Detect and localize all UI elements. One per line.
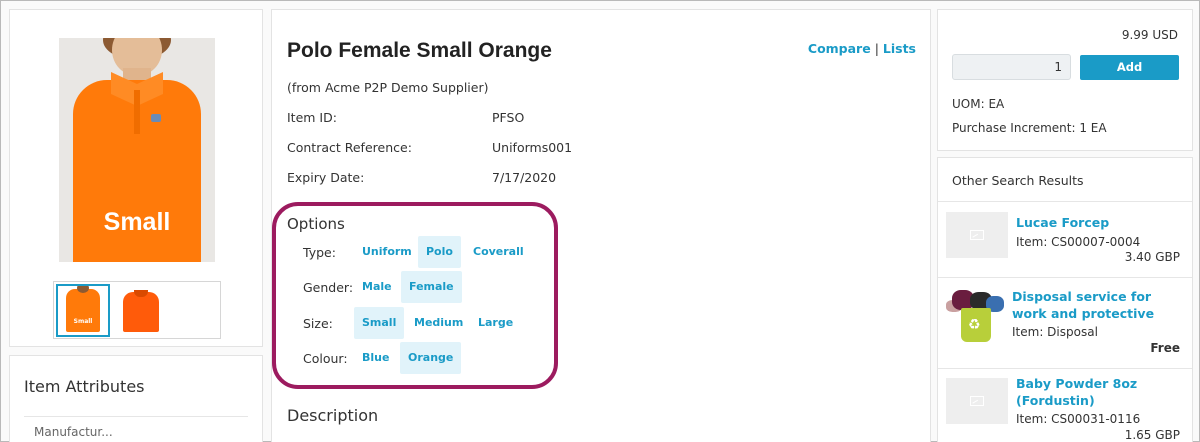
divider xyxy=(938,368,1192,369)
recycling-bin-image: ♻ xyxy=(946,290,1008,344)
product-main-image[interactable]: Small xyxy=(59,38,215,262)
lists-link[interactable]: Lists xyxy=(883,41,916,56)
product-detail-panel: Polo Female Small Orange Compare | Lists… xyxy=(271,9,931,442)
page-frame: Small Small Item Attributes Manufactur..… xyxy=(0,0,1200,442)
contract-reference-value: Uniforms001 xyxy=(492,140,573,155)
search-result-item[interactable]: ♻ Disposal service for work and protecti… xyxy=(938,284,1192,364)
other-search-results-panel: Other Search Results Lucae Forcep Item: … xyxy=(937,157,1193,442)
attribute-row-label: Manufactur... xyxy=(34,425,113,439)
add-to-cart-button[interactable]: Add xyxy=(1080,55,1179,80)
item-id-label: Item ID: xyxy=(287,110,337,125)
link-separator: | xyxy=(874,41,879,56)
divider xyxy=(24,416,248,417)
result-price: 1.65 GBP xyxy=(1124,428,1180,442)
other-search-results-title: Other Search Results xyxy=(952,173,1084,188)
expiry-date-label: Expiry Date: xyxy=(287,170,365,185)
contract-reference-label: Contract Reference: xyxy=(287,140,412,155)
image-placeholder-icon xyxy=(946,378,1008,424)
description-title: Description xyxy=(287,406,379,425)
thumb-overlay-text: Small xyxy=(73,318,93,325)
result-item-id: Item: Disposal xyxy=(1012,325,1098,339)
quantity-input[interactable]: 1 xyxy=(952,54,1071,80)
options-highlight-annotation xyxy=(272,202,558,389)
uom-text: UOM: EA xyxy=(952,97,1005,111)
thumb-shirt xyxy=(123,292,159,332)
compare-link[interactable]: Compare xyxy=(808,41,871,56)
result-item-id: Item: CS00007-0004 xyxy=(1016,235,1141,249)
result-name-link[interactable]: Disposal service for work and protective… xyxy=(1012,288,1182,322)
placket xyxy=(134,90,140,134)
search-result-item[interactable]: Baby Powder 8oz (Fordustin) Item: CS0003… xyxy=(938,374,1192,442)
product-title: Polo Female Small Orange xyxy=(287,39,552,62)
purchase-panel: 9.99 USD 1 Add UOM: EA Purchase Incremen… xyxy=(937,9,1193,151)
compare-lists-links: Compare | Lists xyxy=(808,41,916,56)
item-id-value: PFSO xyxy=(492,110,525,125)
thumbnail-strip: Small xyxy=(53,281,221,339)
thumbnail-1-selected[interactable]: Small xyxy=(56,284,110,337)
result-name-link[interactable]: Lucae Forcep xyxy=(1016,214,1186,231)
purchase-increment-text: Purchase Increment: 1 EA xyxy=(952,121,1107,135)
result-price: 3.40 GBP xyxy=(1124,250,1180,264)
product-image-panel: Small Small xyxy=(9,9,263,347)
supplier-text: (from Acme P2P Demo Supplier) xyxy=(287,80,489,95)
result-price: Free xyxy=(1150,341,1180,355)
thumb-shirt xyxy=(66,289,100,332)
size-overlay-text: Small xyxy=(103,208,171,236)
shirt-logo xyxy=(151,114,161,122)
item-attributes-title: Item Attributes xyxy=(24,377,145,396)
result-name-link[interactable]: Baby Powder 8oz (Fordustin) xyxy=(1016,375,1186,409)
search-result-item[interactable]: Lucae Forcep Item: CS00007-0004 3.40 GBP xyxy=(938,208,1192,288)
thumbnail-2[interactable] xyxy=(114,284,168,337)
unit-price: 9.99 USD xyxy=(1121,28,1178,42)
divider xyxy=(938,201,1192,202)
item-attributes-panel: Item Attributes Manufactur... xyxy=(9,355,263,442)
image-placeholder-icon xyxy=(946,212,1008,258)
expiry-date-value: 7/17/2020 xyxy=(492,170,557,185)
result-item-id: Item: CS00031-0116 xyxy=(1016,412,1141,426)
divider xyxy=(938,277,1192,278)
